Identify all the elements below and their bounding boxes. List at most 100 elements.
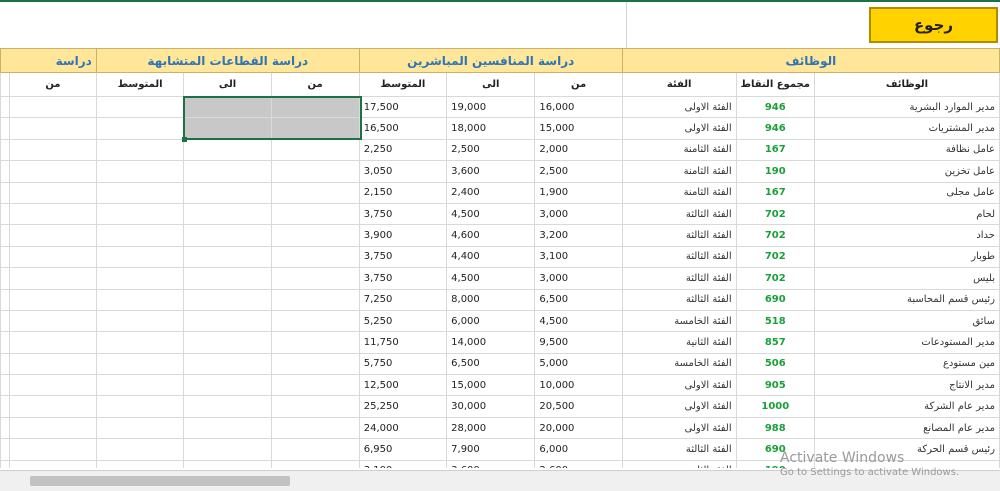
similar-from-cell-partial[interactable] bbox=[9, 309, 97, 333]
points-cell[interactable]: 946 bbox=[735, 95, 815, 119]
similar-average-cell[interactable] bbox=[95, 352, 185, 376]
similar-to-cell[interactable] bbox=[183, 267, 272, 290]
competitor-to-cell[interactable]: 28,000 bbox=[446, 416, 536, 440]
similar-from-cell-partial[interactable] bbox=[9, 117, 97, 140]
competitor-average-cell[interactable]: 3,750 bbox=[358, 202, 448, 226]
competitor-from-cell[interactable]: 9,500 bbox=[534, 331, 623, 354]
competitor-average-cell[interactable]: 11,750 bbox=[358, 331, 448, 354]
partial-cell[interactable] bbox=[0, 224, 10, 247]
category-cell[interactable]: الفئة الاولى bbox=[621, 395, 737, 418]
category-cell[interactable]: الفئة الخامسة bbox=[621, 352, 737, 376]
competitor-to-cell[interactable]: 4,500 bbox=[446, 267, 536, 290]
similar-from-cell-partial[interactable] bbox=[9, 438, 97, 461]
job-cell[interactable]: بليس bbox=[813, 267, 1000, 290]
competitor-from-cell[interactable]: 6,500 bbox=[534, 288, 623, 311]
category-cell[interactable]: الفئة الثالثة bbox=[621, 288, 737, 311]
similar-average-cell[interactable] bbox=[95, 288, 185, 311]
partial-cell[interactable] bbox=[0, 288, 10, 311]
job-cell[interactable]: مدير عام الشركة bbox=[813, 395, 1000, 418]
points-cell[interactable]: 190 bbox=[735, 160, 815, 183]
competitor-to-cell[interactable]: 8,000 bbox=[446, 288, 536, 311]
points-cell[interactable]: 857 bbox=[735, 331, 815, 354]
job-cell[interactable]: حداد bbox=[813, 224, 1000, 247]
competitor-to-cell[interactable]: 4,400 bbox=[446, 245, 536, 269]
competitor-to-cell[interactable]: 18,000 bbox=[446, 117, 536, 140]
similar-average-cell[interactable] bbox=[95, 374, 185, 397]
similar-from-cell-partial[interactable] bbox=[9, 181, 97, 204]
job-cell[interactable]: عامل نظافة bbox=[813, 138, 1000, 162]
competitor-from-cell[interactable]: 4,500 bbox=[534, 309, 623, 333]
partial-cell[interactable] bbox=[0, 438, 10, 461]
job-cell[interactable]: طوبار bbox=[813, 245, 1000, 269]
competitor-to-cell[interactable]: 19,000 bbox=[446, 95, 536, 119]
competitor-to-cell[interactable]: 14,000 bbox=[446, 331, 536, 354]
partial-cell[interactable] bbox=[0, 138, 10, 162]
partial-cell[interactable] bbox=[0, 331, 10, 354]
similar-average-cell[interactable] bbox=[95, 395, 185, 418]
similar-from-cell[interactable] bbox=[270, 138, 360, 162]
partial-cell[interactable] bbox=[0, 309, 10, 333]
similar-to-cell[interactable] bbox=[183, 160, 272, 183]
competitor-to-cell[interactable]: 6,000 bbox=[446, 309, 536, 333]
similar-average-cell[interactable] bbox=[95, 95, 185, 119]
similar-average-cell[interactable] bbox=[95, 331, 185, 354]
similar-from-cell-partial[interactable] bbox=[9, 138, 97, 162]
similar-from-cell[interactable] bbox=[270, 288, 360, 311]
similar-from-cell-partial[interactable] bbox=[9, 352, 97, 376]
job-cell[interactable]: مين مستودع bbox=[813, 352, 1000, 376]
competitor-from-cell[interactable]: 2,500 bbox=[534, 160, 623, 183]
category-cell[interactable]: الفئة الاولى bbox=[621, 416, 737, 440]
similar-from-cell-partial[interactable] bbox=[9, 202, 97, 226]
partial-cell[interactable] bbox=[0, 160, 10, 183]
competitor-from-cell[interactable]: 10,000 bbox=[534, 374, 623, 397]
partial-cell[interactable] bbox=[0, 416, 10, 440]
points-cell[interactable]: 988 bbox=[735, 416, 815, 440]
similar-to-cell[interactable] bbox=[183, 138, 272, 162]
partial-cell[interactable] bbox=[0, 352, 10, 376]
similar-from-cell-partial[interactable] bbox=[9, 374, 97, 397]
competitor-to-cell[interactable]: 2,400 bbox=[446, 181, 536, 204]
category-cell[interactable]: الفئة الثانية bbox=[621, 331, 737, 354]
competitor-to-cell[interactable]: 15,000 bbox=[446, 374, 536, 397]
competitor-average-cell[interactable]: 3,900 bbox=[358, 224, 448, 247]
competitor-from-cell[interactable]: 20,500 bbox=[534, 395, 623, 418]
category-cell[interactable]: الفئة الثالثة bbox=[621, 438, 737, 461]
competitor-average-cell[interactable]: 16,500 bbox=[358, 117, 448, 140]
competitor-from-cell[interactable]: 2,600 bbox=[534, 459, 623, 468]
similar-from-cell[interactable] bbox=[270, 181, 360, 204]
points-cell[interactable]: 506 bbox=[735, 352, 815, 376]
category-cell[interactable]: الفئة الاولى bbox=[621, 117, 737, 140]
similar-to-cell[interactable] bbox=[183, 245, 272, 269]
similar-from-cell[interactable] bbox=[270, 224, 360, 247]
points-cell[interactable]: 946 bbox=[735, 117, 815, 140]
category-cell[interactable]: الفئة الثالثة bbox=[621, 245, 737, 269]
points-cell[interactable]: 690 bbox=[735, 288, 815, 311]
job-cell[interactable]: مدير عام المصانع bbox=[813, 416, 1000, 440]
similar-from-cell[interactable] bbox=[270, 459, 360, 468]
similar-from-cell[interactable] bbox=[270, 95, 360, 119]
similar-average-cell[interactable] bbox=[95, 224, 185, 247]
similar-to-cell[interactable] bbox=[183, 395, 272, 418]
partial-cell[interactable] bbox=[0, 95, 10, 119]
job-cell[interactable]: عامل تخزين bbox=[813, 160, 1000, 183]
similar-from-cell[interactable] bbox=[270, 395, 360, 418]
similar-to-cell[interactable] bbox=[183, 438, 272, 461]
similar-from-cell[interactable] bbox=[270, 374, 360, 397]
competitor-average-cell[interactable]: 5,250 bbox=[358, 309, 448, 333]
job-cell[interactable]: مدير الموارد البشرية bbox=[813, 95, 1000, 119]
competitor-from-cell[interactable]: 3,200 bbox=[534, 224, 623, 247]
partial-cell[interactable] bbox=[0, 267, 10, 290]
competitor-average-cell[interactable]: 3,750 bbox=[358, 245, 448, 269]
competitor-from-cell[interactable]: 2,000 bbox=[534, 138, 623, 162]
similar-to-cell[interactable] bbox=[183, 117, 272, 140]
similar-to-cell[interactable] bbox=[183, 459, 272, 468]
points-cell[interactable]: 702 bbox=[735, 224, 815, 247]
partial-cell[interactable] bbox=[0, 395, 10, 418]
similar-from-cell[interactable] bbox=[270, 117, 360, 140]
competitor-to-cell[interactable]: 4,600 bbox=[446, 224, 536, 247]
similar-from-cell[interactable] bbox=[270, 245, 360, 269]
similar-average-cell[interactable] bbox=[95, 245, 185, 269]
job-cell[interactable]: سائق bbox=[813, 309, 1000, 333]
competitor-to-cell[interactable]: 3,600 bbox=[446, 459, 536, 468]
similar-from-cell-partial[interactable] bbox=[9, 459, 97, 468]
